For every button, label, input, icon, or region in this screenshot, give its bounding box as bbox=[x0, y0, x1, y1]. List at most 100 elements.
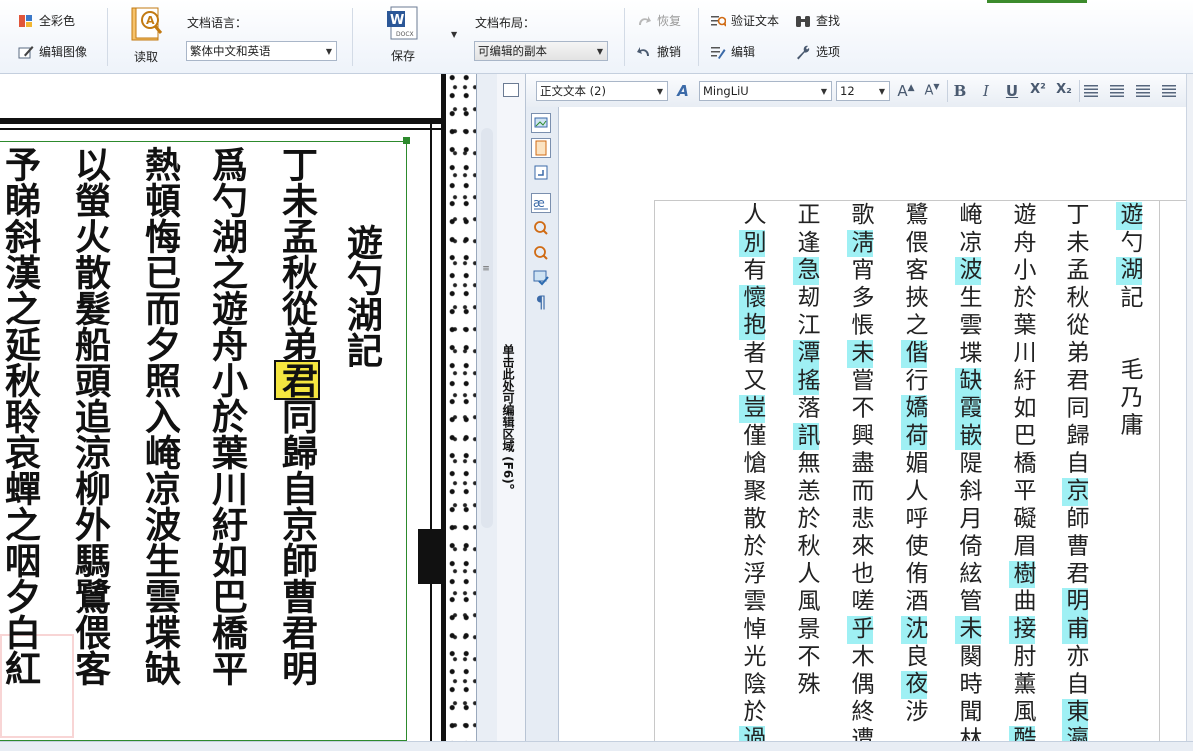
active-tab-indicator bbox=[987, 0, 1087, 3]
redo-button[interactable]: 恢复 bbox=[636, 12, 681, 29]
verify-text-icon bbox=[710, 13, 727, 29]
wrench-icon bbox=[795, 44, 811, 60]
find-button[interactable]: 查找 bbox=[795, 12, 840, 29]
word-docx-icon: W DOCX bbox=[385, 5, 421, 43]
find-previous-icon[interactable] bbox=[531, 218, 551, 238]
verify-text-label: 验证文本 bbox=[731, 14, 780, 28]
scan-border bbox=[441, 74, 446, 741]
splitter-grip-icon[interactable]: ≡ bbox=[482, 264, 490, 278]
scan-border bbox=[0, 128, 445, 130]
page-margin-line bbox=[1159, 200, 1160, 741]
font-family-select[interactable]: MingLiU ▼ bbox=[699, 81, 832, 101]
redo-icon bbox=[636, 13, 652, 29]
read-button[interactable]: A 读取 bbox=[122, 6, 170, 65]
text-column-1[interactable]: 丁未孟秋從弟君同歸自京師曹君明甫亦自東瀛 bbox=[1062, 202, 1088, 741]
svg-text:æ: æ bbox=[533, 196, 545, 210]
svg-text:A: A bbox=[146, 14, 155, 27]
save-options-dropdown[interactable]: ▼ bbox=[451, 30, 457, 39]
text-title-column[interactable]: 遊勺湖記 bbox=[1116, 202, 1142, 312]
format-toolbar: 正文文本 (2) ▼ A MingLiU ▼ 12 ▼ A▲ A▼ B I U … bbox=[526, 74, 1186, 108]
full-color-button[interactable]: 全彩色 bbox=[18, 12, 75, 29]
font-size-value: 12 bbox=[840, 84, 855, 98]
align-justify-icon[interactable] bbox=[1162, 85, 1176, 97]
scan-border bbox=[430, 124, 432, 741]
italic-button[interactable]: I bbox=[977, 82, 995, 100]
align-right-icon[interactable] bbox=[1136, 85, 1150, 97]
region-side-strip: 单击此处可编辑区域 (F6)。 bbox=[497, 74, 526, 741]
docx-badge: DOCX bbox=[396, 31, 414, 38]
text-editor[interactable]: 遊勺湖記 毛乃庸 丁未孟秋從弟君同歸自京師曹君明甫亦自東瀛 遊舟小於葉川紆如巴橋… bbox=[559, 107, 1186, 741]
underline-button[interactable]: U bbox=[1003, 82, 1021, 100]
undo-button[interactable]: 撤销 bbox=[636, 43, 681, 60]
scan-noise bbox=[418, 529, 444, 584]
text-column-7[interactable]: 人別有懷抱者又豈僅愴聚散於浮雲悼光陰於過 bbox=[739, 202, 765, 741]
text-column-5[interactable]: 歌淸宵多悵未嘗不興盡而悲來也嗟乎木偶終遭 bbox=[847, 202, 873, 741]
pane-splitter[interactable]: ≡ bbox=[477, 74, 498, 741]
chevron-down-icon: ▼ bbox=[820, 86, 828, 96]
text-column-6[interactable]: 正逢急刼江潭搖落訊無恙於秋人風景不殊 bbox=[793, 202, 819, 699]
toolbar-separator bbox=[1079, 80, 1080, 102]
color-palette-icon bbox=[18, 13, 34, 29]
options-label: 选项 bbox=[816, 45, 841, 59]
save-button[interactable]: W DOCX 保存 bbox=[383, 5, 423, 64]
redo-label: 恢复 bbox=[657, 14, 682, 28]
page-margin-line bbox=[654, 200, 1186, 201]
find-next-icon[interactable] bbox=[531, 243, 551, 263]
scan-noise bbox=[448, 74, 476, 741]
text-author[interactable]: 毛乃庸 bbox=[1116, 357, 1142, 440]
font-size-select[interactable]: 12 ▼ bbox=[836, 81, 890, 101]
undo-label: 撤销 bbox=[657, 45, 682, 59]
uncertain-char: 湖 bbox=[1116, 257, 1142, 285]
paragraph-style-select[interactable]: 正文文本 (2) ▼ bbox=[536, 81, 668, 101]
edit-button[interactable]: 编辑 bbox=[710, 43, 755, 60]
options-button[interactable]: 选项 bbox=[795, 43, 840, 60]
paragraph-mark-icon[interactable]: ¶ bbox=[531, 293, 551, 313]
text-column-3[interactable]: 崦凉波生雲堞缺霞嵌隄斜月倚絃管未闋時聞林 bbox=[955, 202, 981, 741]
scan-border bbox=[0, 118, 445, 124]
doc-layout-value: 可编辑的副本 bbox=[478, 44, 547, 58]
toolbar-separator bbox=[947, 80, 948, 102]
verify-text-button[interactable]: 验证文本 bbox=[710, 12, 779, 29]
full-color-label: 全彩色 bbox=[39, 14, 76, 28]
doc-language-select[interactable]: 繁体中文和英语 ▼ bbox=[186, 41, 337, 61]
editor-tool-column: æ ¶ bbox=[526, 107, 559, 741]
edit-area-hint[interactable]: 单击此处可编辑区域 (F6)。 bbox=[500, 344, 517, 496]
subscript-button[interactable]: X₂ bbox=[1053, 82, 1075, 100]
chevron-down-icon: ▼ bbox=[656, 86, 664, 96]
picture-view-icon[interactable] bbox=[531, 113, 551, 133]
editor-scrollbar[interactable] bbox=[1186, 74, 1193, 741]
edit-text-icon bbox=[710, 44, 726, 60]
area-resize-handle[interactable] bbox=[403, 137, 410, 144]
ribbon-separator bbox=[352, 8, 353, 66]
font-style-icon[interactable]: A bbox=[674, 82, 692, 100]
edit-image-button[interactable]: 编辑图像 bbox=[18, 43, 87, 60]
doc-layout-select[interactable]: 可编辑的副本 ▼ bbox=[474, 41, 608, 61]
align-left-icon[interactable] bbox=[1084, 85, 1098, 97]
shrink-font-button[interactable]: A▼ bbox=[922, 82, 942, 100]
find-label: 查找 bbox=[816, 14, 841, 28]
page-view-icon[interactable] bbox=[531, 138, 551, 158]
image-scrollbar[interactable] bbox=[481, 128, 493, 528]
image-pane[interactable]: 遊勺湖記 丁未孟秋從弟君同歸自京師曹君明 爲勺湖之遊舟小於葉川紆如巴橋平 熱頓悔… bbox=[0, 74, 477, 741]
chevron-down-icon: ▼ bbox=[596, 46, 604, 56]
text-flow-icon[interactable] bbox=[531, 163, 551, 183]
grow-font-icon: A bbox=[897, 82, 908, 100]
binoculars-icon bbox=[795, 13, 811, 29]
edit-image-label: 编辑图像 bbox=[39, 45, 88, 59]
text-column-2[interactable]: 遊舟小於葉川紆如巴橋平礙眉樹曲接肘薰風酷 bbox=[1009, 202, 1035, 741]
save-label: 保存 bbox=[390, 49, 415, 63]
edit-label: 编辑 bbox=[731, 45, 756, 59]
bold-button[interactable]: B bbox=[951, 82, 969, 100]
ribbon-separator bbox=[624, 8, 625, 66]
recognition-area-frame[interactable] bbox=[0, 141, 407, 741]
edit-image-icon bbox=[18, 44, 34, 60]
text-column-4[interactable]: 鷺偎客挾之偕行嬌荷媚人呼使侑酒沈良夜涉 bbox=[901, 202, 927, 726]
align-center-icon[interactable] bbox=[1110, 85, 1124, 97]
grow-font-button[interactable]: A▲ bbox=[896, 82, 916, 100]
doc-layout-caption: 文档布局： bbox=[475, 16, 536, 30]
svg-text:W: W bbox=[390, 13, 404, 28]
ligature-icon[interactable]: æ bbox=[531, 193, 551, 213]
superscript-button[interactable]: X² bbox=[1027, 82, 1049, 100]
spell-check-icon[interactable] bbox=[531, 267, 551, 287]
region-thumbnail-icon[interactable] bbox=[503, 83, 519, 97]
